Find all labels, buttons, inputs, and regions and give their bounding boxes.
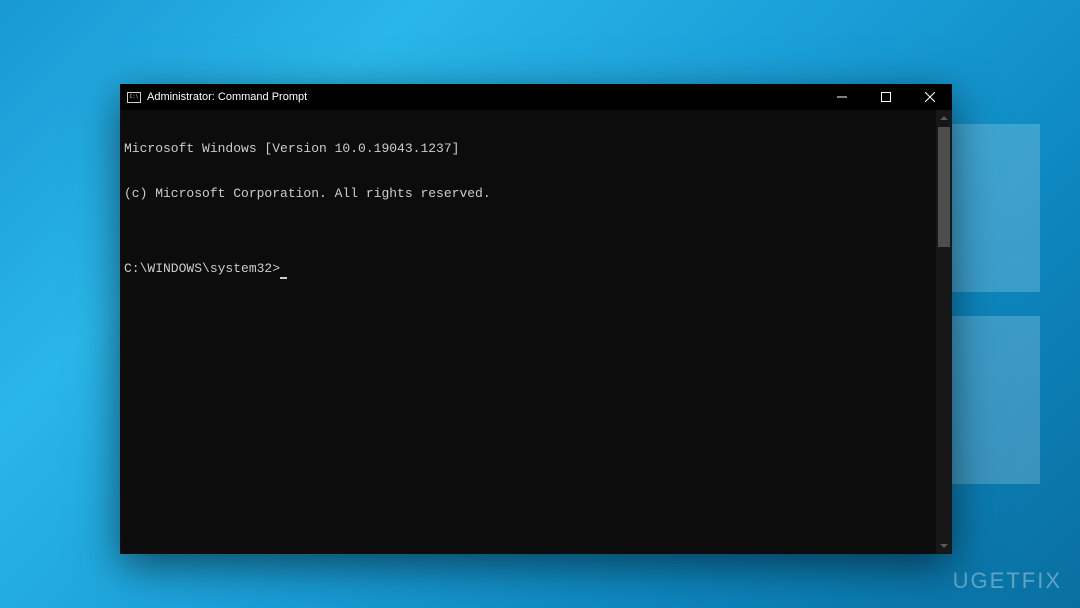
titlebar[interactable]: Administrator: Command Prompt: [120, 84, 952, 110]
window-controls: [820, 84, 952, 110]
chevron-down-icon: [940, 544, 948, 548]
minimize-button[interactable]: [820, 84, 864, 110]
close-button[interactable]: [908, 84, 952, 110]
chevron-up-icon: [940, 116, 948, 120]
vertical-scrollbar[interactable]: [936, 110, 952, 554]
terminal-output-line: Microsoft Windows [Version 10.0.19043.12…: [124, 141, 948, 156]
command-prompt-window: Administrator: Command Prompt Microsoft …: [120, 84, 952, 554]
cmd-icon: [127, 92, 141, 103]
terminal-output-line: (c) Microsoft Corporation. All rights re…: [124, 186, 948, 201]
maximize-icon: [881, 92, 891, 102]
terminal-prompt-line: C:\WINDOWS\system32>: [124, 261, 948, 276]
terminal-prompt: C:\WINDOWS\system32>: [124, 261, 280, 276]
terminal-body[interactable]: Microsoft Windows [Version 10.0.19043.12…: [120, 110, 952, 554]
scroll-thumb[interactable]: [938, 127, 950, 247]
window-title: Administrator: Command Prompt: [147, 91, 307, 103]
maximize-button[interactable]: [864, 84, 908, 110]
minimize-icon: [837, 92, 847, 102]
cursor: [280, 277, 287, 279]
scroll-up-button[interactable]: [936, 110, 952, 126]
watermark-text: UGETFIX: [953, 568, 1062, 594]
close-icon: [925, 92, 935, 102]
scroll-down-button[interactable]: [936, 538, 952, 554]
